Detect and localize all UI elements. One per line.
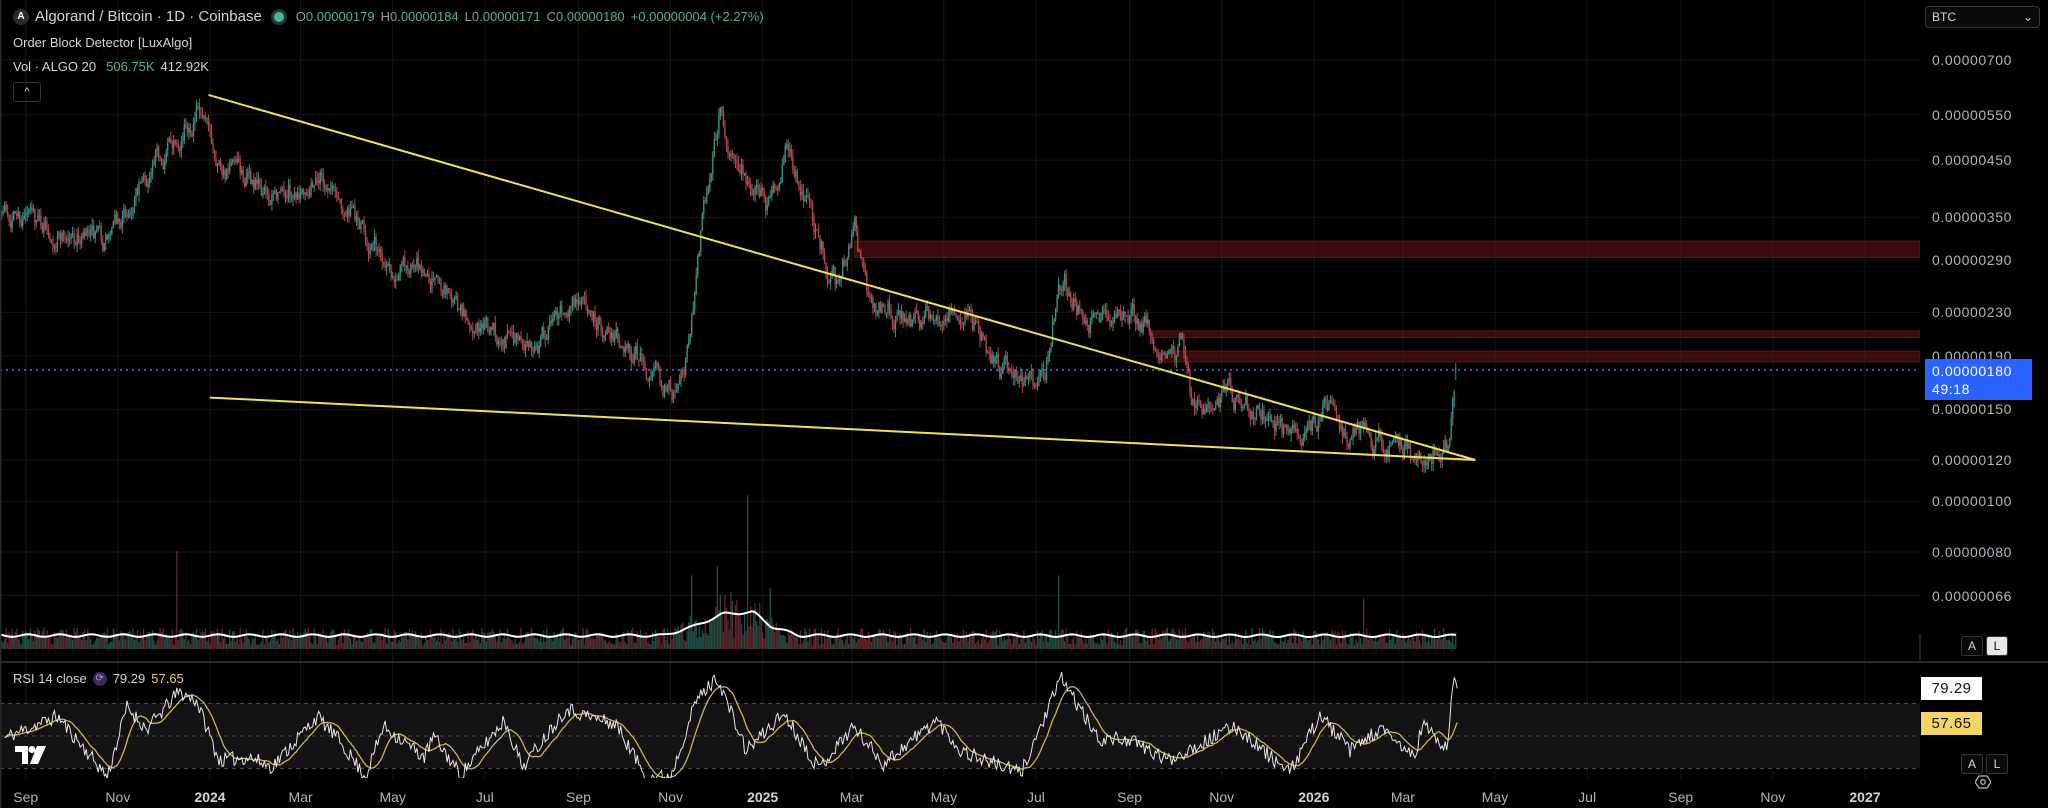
time-axis-label: Sep: [13, 789, 39, 805]
algorand-logo-icon: A: [13, 8, 29, 25]
time-axis-label: Sep: [1668, 789, 1694, 805]
order-blocks: [854, 240, 1920, 363]
price-axis-label: 0.00000080: [1932, 543, 2012, 560]
rsi-label: RSI 14 close: [13, 671, 87, 686]
open-label: O: [295, 9, 306, 24]
bar-countdown: 49:18: [1932, 381, 1971, 397]
time-axis-label: Nov: [1760, 789, 1786, 805]
time-axis-label: May: [1481, 789, 1509, 805]
time-axis-label: Mar: [1390, 789, 1415, 805]
indicator-order-block[interactable]: Order Block Detector [LuxAlgo]: [13, 35, 192, 50]
time-axis-label: Nov: [658, 789, 683, 805]
price-axis-label: 0.00000100: [1932, 493, 2012, 510]
order-block: [1163, 350, 1920, 363]
time-axis-label: Jul: [1027, 789, 1045, 805]
rsi-ma-value: 57.65: [151, 671, 184, 686]
price-axis-label: 0.00000450: [1932, 152, 2012, 169]
time-axis-label: Sep: [1117, 789, 1143, 805]
volume-value: 506.75K: [106, 59, 155, 74]
time-axis-label: May: [379, 789, 406, 805]
currency-select[interactable]: BTC ⌄: [1925, 6, 2040, 28]
time-axis-label: 2025: [747, 789, 779, 805]
settings-icon[interactable]: [1975, 774, 1991, 790]
open-value: 0.00000179: [305, 9, 375, 24]
price-axis-label: 0.00000550: [1932, 106, 2012, 123]
time-axis-label: May: [930, 789, 958, 805]
rsi-log-scale-button[interactable]: L: [1986, 754, 2008, 774]
time-axis-label: Nov: [1209, 789, 1235, 805]
price-axis-label: 0.00000700: [1932, 52, 2012, 68]
close-label: C: [546, 9, 556, 24]
change-value: +0.00000004 (+2.27%): [630, 9, 764, 24]
chevron-down-icon: ⌄: [2022, 10, 2033, 24]
time-axis-label: 2026: [1298, 789, 1330, 805]
time-axis-label: Mar: [839, 789, 864, 805]
rsi-value-tag: 79.29: [1921, 677, 1982, 700]
log-scale-button[interactable]: L: [1986, 636, 2008, 656]
volume-bars: [0, 495, 1457, 649]
indicator-label: Order Block Detector [LuxAlgo]: [13, 35, 193, 50]
price-axis-label: 0.00000230: [1932, 304, 2012, 321]
collapse-legend-button[interactable]: ^: [13, 82, 41, 102]
currency-value: BTC: [1932, 10, 1956, 24]
time-axis-label: Mar: [288, 789, 313, 805]
price-axis-label: 0.00000066: [1932, 587, 2012, 604]
indicator-volume[interactable]: Vol · ALGO 20 506.75K 412.92K: [13, 59, 209, 74]
rsi-legend[interactable]: RSI 14 close ⟳ 79.29 57.65: [13, 671, 184, 686]
symbol-title[interactable]: Algorand / Bitcoin · 1D · Coinbase: [35, 8, 262, 25]
order-block: [854, 240, 1920, 259]
rsi-value: 79.29: [112, 671, 146, 686]
chevron-up-icon: ^: [24, 86, 30, 98]
price-axis-label: 0.00000150: [1932, 401, 2012, 418]
symbol-header[interactable]: A Algorand / Bitcoin · 1D · Coinbase O0.…: [13, 8, 764, 25]
lower-trendline: [209, 396, 1476, 461]
current-price-value: 0.00000180: [1932, 363, 2012, 379]
close-value: 0.00000180: [555, 9, 625, 24]
time-axis-label: Jul: [475, 789, 494, 805]
high-label: H: [380, 9, 390, 24]
low-label: L: [464, 9, 472, 24]
candlesticks: [0, 98, 1457, 474]
rsi-auto-scale-button[interactable]: A: [1961, 754, 1983, 774]
time-axis-label: Sep: [565, 789, 591, 805]
time-axis-label: 2024: [194, 789, 226, 805]
volume-ma-value: 412.92K: [160, 59, 209, 74]
price-axis-label: 0.00000120: [1932, 451, 2012, 468]
chart-canvas[interactable]: [0, 0, 2048, 808]
ohlc-values: O0.00000179 H0.00000184 L0.00000171 C0.0…: [296, 9, 764, 24]
price-axis-label: 0.00000290: [1932, 251, 2012, 268]
tradingview-logo-icon[interactable]: [15, 746, 47, 764]
order-block: [1151, 330, 1920, 338]
time-axis-label: 2027: [1849, 789, 1881, 805]
time-axis-label: Nov: [105, 789, 131, 805]
auto-scale-button[interactable]: A: [1961, 636, 1983, 656]
market-status-icon[interactable]: [273, 11, 284, 22]
rsi-ma-tag: 57.65: [1921, 712, 1982, 735]
current-price-tag: 0.00000180 49:18: [1925, 359, 2032, 400]
price-axis-label: 0.00000350: [1932, 209, 2012, 226]
volume-label: Vol · ALGO 20: [13, 59, 97, 74]
high-value: 0.00000184: [389, 9, 459, 24]
refresh-icon[interactable]: ⟳: [92, 671, 107, 686]
low-value: 0.00000171: [471, 9, 541, 24]
time-axis-label: Jul: [1578, 789, 1597, 805]
